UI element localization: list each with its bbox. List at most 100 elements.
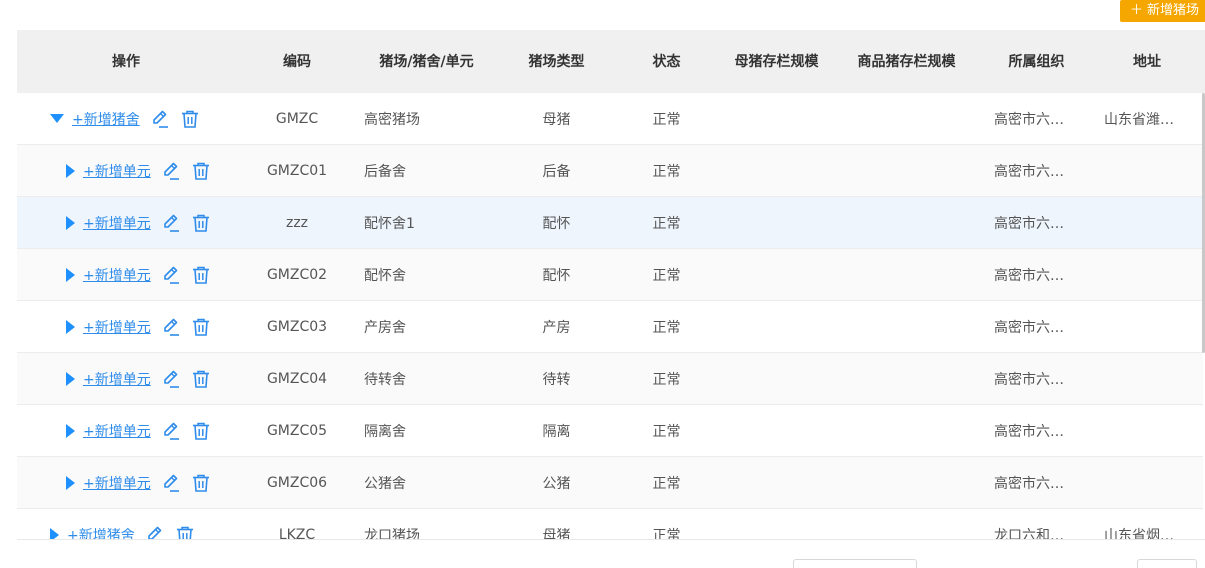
cell-address bbox=[1104, 145, 1200, 196]
cell-commodity-scale bbox=[839, 405, 974, 456]
pencil-icon[interactable] bbox=[161, 421, 181, 441]
row-actions: +新增猪舍 bbox=[50, 93, 200, 144]
trash-icon[interactable] bbox=[191, 369, 211, 389]
cell-name: 配怀舍1 bbox=[364, 215, 415, 232]
table-row[interactable]: +新增单元 GMZC06 公猪舍 公猪 正常 高密市六… bbox=[17, 457, 1203, 509]
row-actions: +新增单元 bbox=[66, 405, 211, 456]
cell-type: 配怀 bbox=[542, 215, 571, 232]
header-commodity-scale: 商品猪存栏规模 bbox=[857, 53, 956, 70]
pencil-icon[interactable] bbox=[161, 265, 181, 285]
cell-name: 隔离舍 bbox=[364, 423, 406, 440]
caret-right-icon[interactable] bbox=[66, 215, 75, 230]
table-row[interactable]: +新增单元 GMZC04 待转舍 待转 正常 高密市六… bbox=[17, 353, 1203, 405]
pencil-icon[interactable] bbox=[161, 369, 181, 389]
cell-sow-scale bbox=[729, 509, 824, 539]
cell-code: GMZC bbox=[275, 110, 319, 127]
header-code: 编码 bbox=[283, 53, 311, 70]
plus-icon: ＋ bbox=[1130, 3, 1144, 18]
cell-code: GMZC01 bbox=[266, 162, 328, 179]
cell-status: 正常 bbox=[652, 527, 681, 540]
pencil-icon[interactable] bbox=[150, 109, 170, 129]
cell-status: 正常 bbox=[652, 319, 681, 336]
trash-icon[interactable] bbox=[191, 473, 211, 493]
cell-sow-scale bbox=[729, 197, 824, 248]
caret-right-icon[interactable] bbox=[66, 267, 75, 282]
trash-icon[interactable] bbox=[180, 109, 200, 129]
cell-address bbox=[1104, 197, 1200, 248]
add-child-link[interactable]: +新增单元 bbox=[83, 213, 151, 233]
cell-org: 高密市六… bbox=[994, 267, 1064, 284]
cell-code: GMZC03 bbox=[266, 318, 328, 335]
cell-address bbox=[1104, 249, 1200, 300]
cell-status: 正常 bbox=[652, 371, 681, 388]
table-row[interactable]: +新增单元 GMZC01 后备舍 后备 正常 高密市六… bbox=[17, 145, 1203, 197]
caret-right-icon[interactable] bbox=[50, 527, 59, 539]
trash-icon[interactable] bbox=[175, 525, 195, 539]
pencil-icon[interactable] bbox=[161, 161, 181, 181]
cell-type: 母猪 bbox=[542, 527, 571, 540]
header-ops: 操作 bbox=[112, 53, 140, 70]
cell-sow-scale bbox=[729, 457, 824, 508]
cell-type: 后备 bbox=[542, 163, 571, 180]
cell-type: 公猪 bbox=[542, 475, 571, 492]
cell-type: 产房 bbox=[542, 319, 571, 336]
table-row[interactable]: +新增猪舍 LKZC 龙口猪场 母猪 正常 龙口六和… 山东省烟… bbox=[17, 509, 1203, 540]
cell-address bbox=[1104, 353, 1200, 404]
add-child-link[interactable]: +新增单元 bbox=[83, 317, 151, 337]
pagination-jump-input[interactable] bbox=[1137, 559, 1197, 568]
caret-right-icon[interactable] bbox=[66, 163, 75, 178]
caret-right-icon[interactable] bbox=[66, 423, 75, 438]
cell-org: 高密市六… bbox=[994, 215, 1064, 232]
row-actions: +新增单元 bbox=[66, 249, 211, 300]
header-sow-scale: 母猪存栏规模 bbox=[734, 53, 819, 70]
trash-icon[interactable] bbox=[191, 421, 211, 441]
trash-icon[interactable] bbox=[191, 213, 211, 233]
add-child-link[interactable]: +新增猪舍 bbox=[67, 525, 135, 540]
cell-name: 龙口猪场 bbox=[364, 527, 420, 540]
pencil-icon[interactable] bbox=[161, 317, 181, 337]
pencil-icon[interactable] bbox=[161, 213, 181, 233]
add-child-link[interactable]: +新增单元 bbox=[83, 161, 151, 181]
trash-icon[interactable] bbox=[191, 265, 211, 285]
caret-right-icon[interactable] bbox=[66, 475, 75, 490]
header-name: 猪场/猪舍/单元 bbox=[379, 53, 474, 70]
caret-down-icon[interactable] bbox=[50, 114, 64, 123]
table-row[interactable]: +新增单元 GMZC02 配怀舍 配怀 正常 高密市六… bbox=[17, 249, 1203, 301]
cell-org: 高密市六… bbox=[994, 475, 1064, 492]
cell-address: 山东省潍… bbox=[1104, 111, 1174, 128]
cell-commodity-scale bbox=[839, 509, 974, 539]
caret-right-icon[interactable] bbox=[66, 319, 75, 334]
trash-icon[interactable] bbox=[191, 317, 211, 337]
add-child-link[interactable]: +新增猪舍 bbox=[72, 109, 140, 129]
header-type: 猪场类型 bbox=[528, 53, 585, 70]
cell-commodity-scale bbox=[839, 145, 974, 196]
trash-icon[interactable] bbox=[191, 161, 211, 181]
cell-status: 正常 bbox=[652, 423, 681, 440]
cell-commodity-scale bbox=[839, 457, 974, 508]
pagination-select[interactable] bbox=[793, 559, 917, 568]
cell-commodity-scale bbox=[839, 93, 974, 144]
pencil-icon[interactable] bbox=[161, 473, 181, 493]
pencil-icon[interactable] bbox=[145, 525, 165, 539]
add-child-link[interactable]: +新增单元 bbox=[83, 473, 151, 493]
add-child-link[interactable]: +新增单元 bbox=[83, 265, 151, 285]
row-actions: +新增单元 bbox=[66, 197, 211, 248]
cell-sow-scale bbox=[729, 93, 824, 144]
add-farm-button[interactable]: ＋新增猪场 bbox=[1120, 0, 1205, 22]
table-row[interactable]: +新增猪舍 GMZC 高密猪场 母猪 正常 高密市六… 山东省潍… bbox=[17, 93, 1203, 145]
cell-code: GMZC02 bbox=[266, 266, 328, 283]
cell-type: 待转 bbox=[542, 371, 571, 388]
cell-name: 配怀舍 bbox=[364, 267, 406, 284]
table-row[interactable]: +新增单元 GMZC05 隔离舍 隔离 正常 高密市六… bbox=[17, 405, 1203, 457]
table-row[interactable]: +新增单元 zzz 配怀舍1 配怀 正常 高密市六… bbox=[17, 197, 1203, 249]
add-child-link[interactable]: +新增单元 bbox=[83, 421, 151, 441]
caret-right-icon[interactable] bbox=[66, 371, 75, 386]
table-row[interactable]: +新增单元 GMZC03 产房舍 产房 正常 高密市六… bbox=[17, 301, 1203, 353]
cell-sow-scale bbox=[729, 405, 824, 456]
cell-commodity-scale bbox=[839, 249, 974, 300]
cell-sow-scale bbox=[729, 249, 824, 300]
cell-commodity-scale bbox=[839, 353, 974, 404]
cell-org: 高密市六… bbox=[994, 371, 1064, 388]
row-actions: +新增单元 bbox=[66, 301, 211, 352]
add-child-link[interactable]: +新增单元 bbox=[83, 369, 151, 389]
